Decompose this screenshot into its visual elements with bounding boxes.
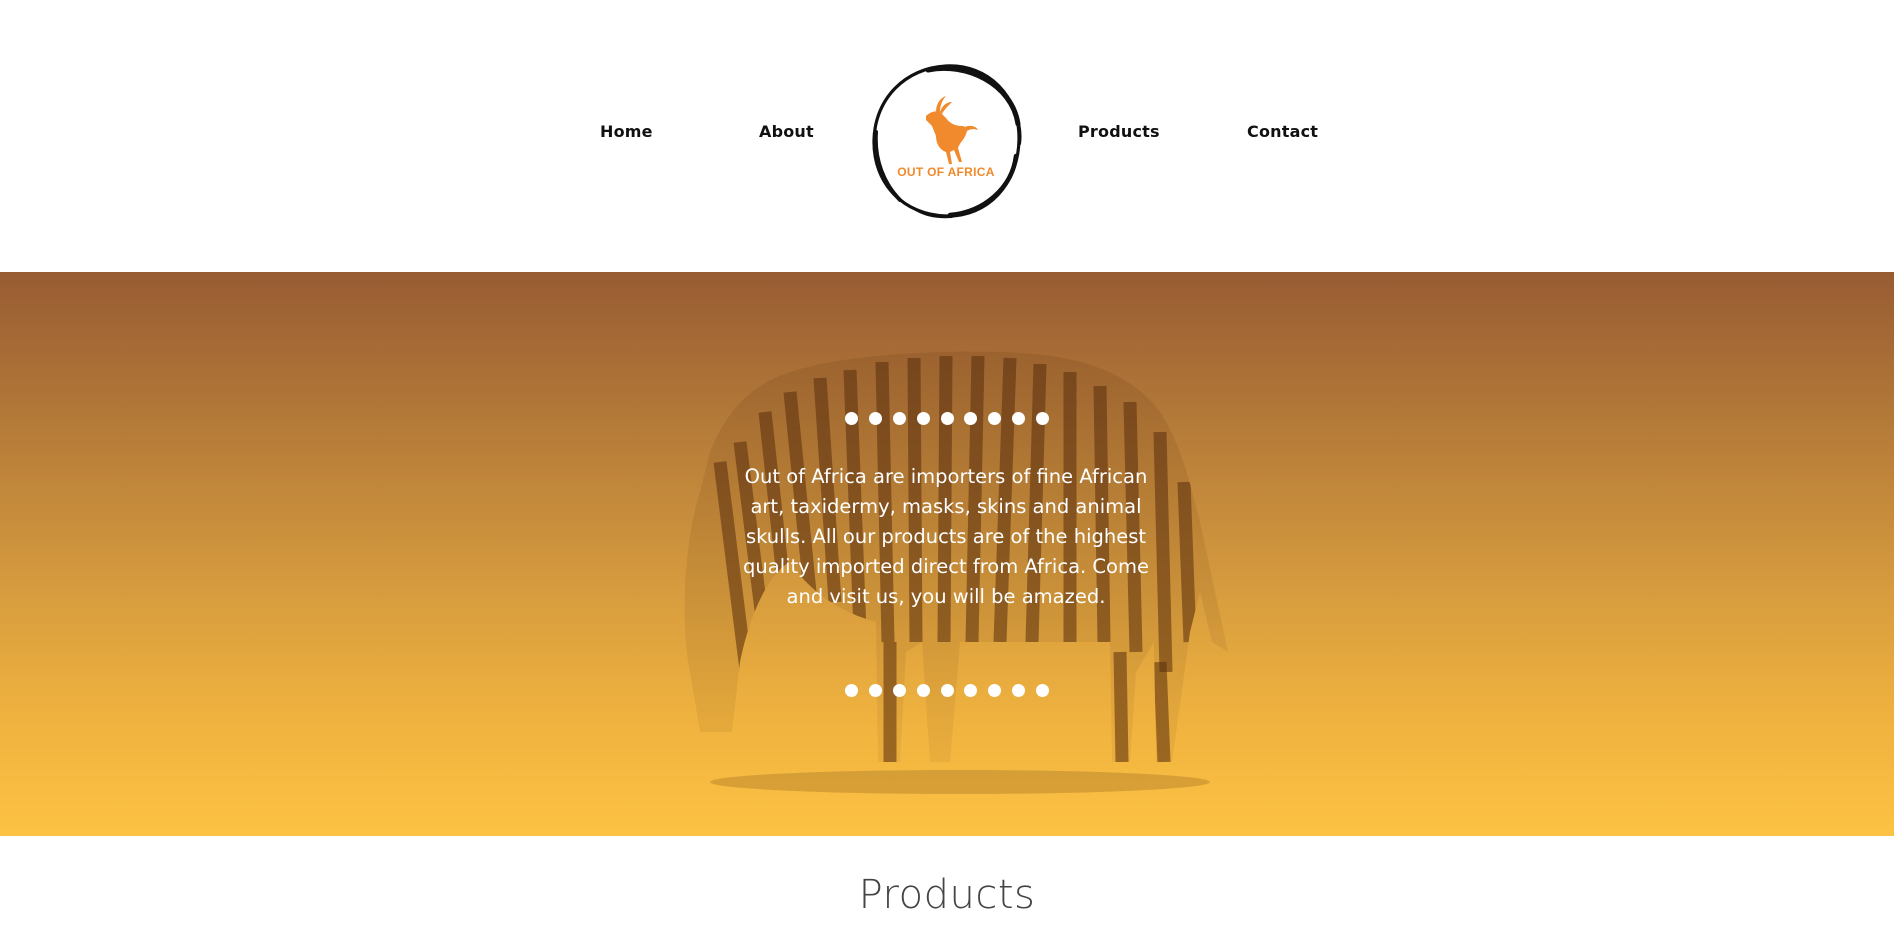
dot xyxy=(916,684,930,697)
dots-divider-top xyxy=(845,412,1049,426)
dot xyxy=(1012,412,1026,425)
dot xyxy=(916,412,930,425)
nav-contact-link[interactable]: Contact xyxy=(1247,122,1318,141)
site-header: Home About OUT OF AFRICA Products Contac… xyxy=(0,0,1894,272)
dot xyxy=(964,684,978,697)
site-logo[interactable]: OUT OF AFRICA xyxy=(866,60,1026,222)
dot xyxy=(1036,684,1049,697)
antelope-icon xyxy=(926,96,978,164)
logo-text: OUT OF AFRICA xyxy=(897,165,994,179)
dot xyxy=(1012,684,1026,697)
dot xyxy=(892,412,906,425)
hero-section: Out of Africa are importers of fine Afri… xyxy=(0,272,1894,836)
dot xyxy=(868,412,882,425)
dots-divider-bottom xyxy=(845,684,1049,698)
dot xyxy=(868,684,882,697)
dot xyxy=(988,412,1002,425)
nav-products-link[interactable]: Products xyxy=(1078,122,1160,141)
dot xyxy=(940,684,954,697)
dot xyxy=(940,412,954,425)
dot xyxy=(845,684,858,697)
hero-description: Out of Africa are importers of fine Afri… xyxy=(743,465,1149,608)
dot xyxy=(845,412,858,425)
dot xyxy=(964,412,978,425)
nav-home-link[interactable]: Home xyxy=(600,122,653,141)
logo-ring: OUT OF AFRICA xyxy=(872,64,1022,219)
dot xyxy=(1036,412,1049,425)
nav-about-link[interactable]: About xyxy=(759,122,814,141)
dot xyxy=(892,684,906,697)
products-heading: Products xyxy=(858,872,1036,918)
dot xyxy=(988,684,1002,697)
